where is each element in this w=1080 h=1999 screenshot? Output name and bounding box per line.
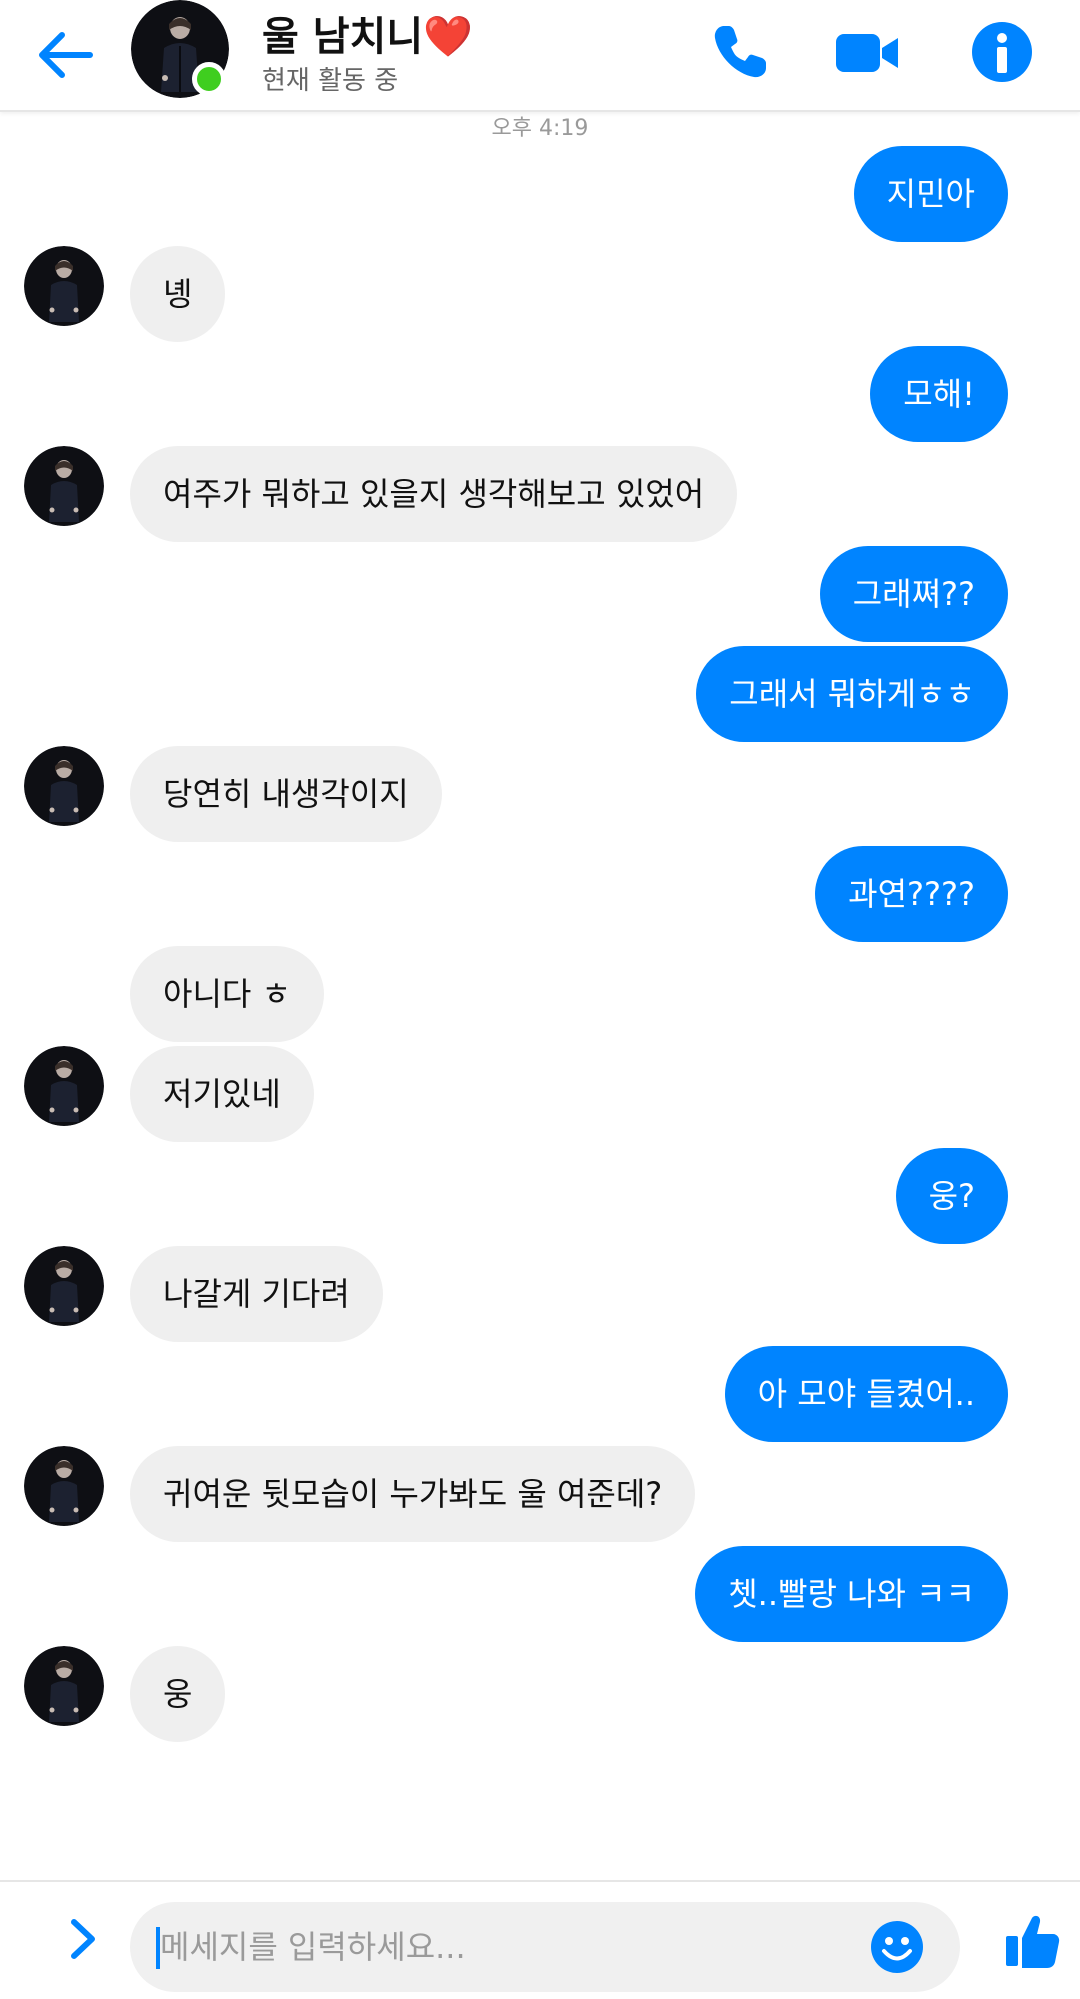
smiley-icon[interactable] <box>870 1920 924 1974</box>
message-bubble-outgoing[interactable]: 그래쪄?? <box>819 546 1008 642</box>
contact-avatar-small[interactable] <box>24 1646 104 1726</box>
message-bubble-incoming[interactable]: 웅 <box>130 1646 226 1742</box>
message-bubble-outgoing[interactable]: 아 모야 들켰어.. <box>724 1346 1008 1442</box>
message-timestamp: 오후 4:19 <box>491 116 589 141</box>
message-bubble-outgoing[interactable]: 그래서 뭐하게ㅎㅎ <box>696 646 1008 742</box>
message-bubble-incoming[interactable]: 저기있네 <box>130 1046 314 1142</box>
contact-avatar[interactable] <box>131 0 229 98</box>
message-bubble-outgoing[interactable]: 웅? <box>895 1148 1008 1244</box>
message-bubble-outgoing[interactable]: 지민아 <box>853 146 1008 242</box>
thumbs-up-icon[interactable] <box>1004 1912 1060 1970</box>
message-bubble-outgoing[interactable]: 모해! <box>870 346 1008 442</box>
message-bubble-incoming[interactable]: 여주가 뭐하고 있을지 생각해보고 있었어 <box>130 446 738 542</box>
phone-icon[interactable] <box>706 18 774 86</box>
message-bubble-incoming[interactable]: 당연히 내생각이지 <box>130 746 442 842</box>
contact-avatar-small[interactable] <box>24 1246 104 1326</box>
message-bubble-incoming[interactable]: 아니다 ㅎ <box>130 946 324 1042</box>
contact-avatar-small[interactable] <box>24 746 104 826</box>
message-bubble-incoming[interactable]: 귀여운 뒷모습이 누가봐도 울 여준데? <box>130 1446 696 1542</box>
online-indicator <box>192 62 226 96</box>
message-bubble-incoming[interactable]: 나갈게 기다려 <box>130 1246 383 1342</box>
message-bubble-outgoing[interactable]: 과연???? <box>815 846 1008 942</box>
message-input[interactable] <box>160 1902 860 1992</box>
message-input-container[interactable] <box>130 1902 960 1992</box>
contact-avatar-small[interactable] <box>24 446 104 526</box>
composer-bar <box>0 1880 1080 1999</box>
info-icon[interactable] <box>968 18 1036 86</box>
chat-header: 울 남치니❤️ 현재 활동 중 <box>0 0 1080 112</box>
contact-avatar-small[interactable] <box>24 246 104 326</box>
active-status: 현재 활동 중 <box>262 66 399 96</box>
chevron-right-icon[interactable] <box>58 1914 108 1964</box>
message-bubble-incoming[interactable]: 녱 <box>130 246 226 342</box>
message-bubble-outgoing[interactable]: 쳇..빨랑 나와 ㅋㅋ <box>695 1546 1008 1642</box>
contact-avatar-small[interactable] <box>24 1446 104 1526</box>
back-arrow-icon[interactable] <box>30 20 100 90</box>
video-camera-icon[interactable] <box>834 18 902 86</box>
contact-avatar-small[interactable] <box>24 1046 104 1126</box>
contact-name[interactable]: 울 남치니❤️ <box>262 4 473 62</box>
